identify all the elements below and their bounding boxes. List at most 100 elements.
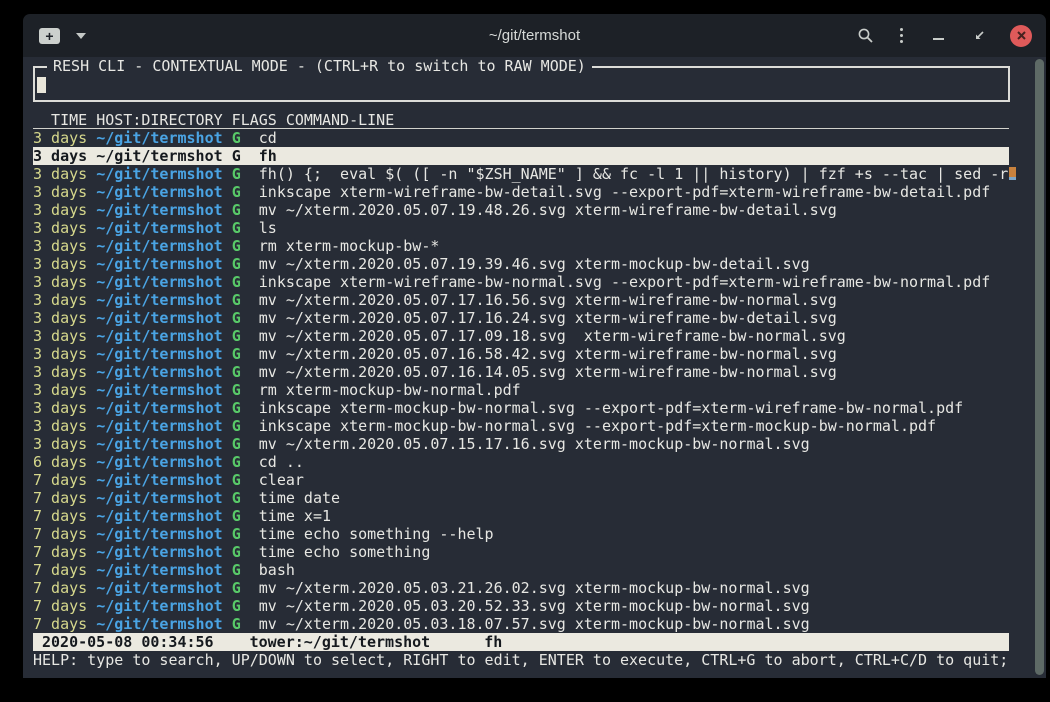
minimize-icon[interactable] <box>933 38 944 40</box>
row-command: mv ~/xterm.2020.05.07.17.09.18.svg xterm… <box>259 327 846 345</box>
history-row[interactable]: 3 days ~/git/termshot G mv ~/xterm.2020.… <box>33 291 1009 309</box>
close-icon[interactable] <box>1010 25 1032 47</box>
row-command: rm xterm-mockup-bw-* <box>259 237 440 255</box>
history-row[interactable]: 3 days ~/git/termshot G mv ~/xterm.2020.… <box>33 255 1009 273</box>
history-row[interactable]: 3 days ~/git/termshot G rm xterm-mockup-… <box>33 381 1009 399</box>
row-directory: ~/git/termshot <box>96 417 222 435</box>
resh-mode-title: RESH CLI - CONTEXTUAL MODE - (CTRL+R to … <box>47 57 592 75</box>
kebab-menu-icon[interactable] <box>900 27 903 45</box>
history-row[interactable]: 3 days ~/git/termshot G mv ~/xterm.2020.… <box>33 327 1009 345</box>
row-directory: ~/git/termshot <box>96 309 222 327</box>
row-flags: G <box>232 615 241 633</box>
row-command: mv ~/xterm.2020.05.07.15.17.16.svg xterm… <box>259 435 810 453</box>
row-command: mv ~/xterm.2020.05.07.19.48.26.svg xterm… <box>259 201 837 219</box>
row-flags: G <box>232 273 241 291</box>
history-row[interactable]: 3 days ~/git/termshot G ls <box>33 219 1009 237</box>
row-time: 3 days <box>33 129 87 147</box>
row-directory: ~/git/termshot <box>96 543 222 561</box>
row-directory: ~/git/termshot <box>96 471 222 489</box>
row-flags: G <box>232 435 241 453</box>
help-line: HELP: type to search, UP/DOWN to select,… <box>33 651 1033 669</box>
row-time: 3 days <box>33 237 87 255</box>
row-command: mv ~/xterm.2020.05.07.16.58.42.svg xterm… <box>259 345 837 363</box>
row-time: 3 days <box>33 147 87 165</box>
history-row[interactable]: 7 days ~/git/termshot G bash <box>33 561 1009 579</box>
row-directory: ~/git/termshot <box>96 435 222 453</box>
row-flags: G <box>232 471 241 489</box>
history-row[interactable]: 7 days ~/git/termshot G time x=1 <box>33 507 1009 525</box>
row-time: 3 days <box>33 363 87 381</box>
history-row[interactable]: 3 days ~/git/termshot G inkscape xterm-m… <box>33 399 1009 417</box>
row-directory: ~/git/termshot <box>96 507 222 525</box>
row-time: 3 days <box>33 273 87 291</box>
row-time: 3 days <box>33 309 87 327</box>
row-time: 3 days <box>33 327 87 345</box>
history-row[interactable]: 7 days ~/git/termshot G clear <box>33 471 1009 489</box>
row-flags: G <box>232 525 241 543</box>
row-time: 7 days <box>33 579 87 597</box>
row-command: time echo something <box>259 543 431 561</box>
text-cursor <box>37 77 46 93</box>
history-list-header: TIME HOST:DIRECTORY FLAGS COMMAND-LINE <box>33 111 1009 129</box>
row-time: 7 days <box>33 597 87 615</box>
row-directory: ~/git/termshot <box>96 597 222 615</box>
history-row[interactable]: 3 days ~/git/termshot G mv ~/xterm.2020.… <box>33 309 1009 327</box>
row-command: bash <box>259 561 295 579</box>
history-row[interactable]: 7 days ~/git/termshot G time echo someth… <box>33 525 1009 543</box>
row-command: clear <box>259 471 304 489</box>
search-input[interactable]: RESH CLI - CONTEXTUAL MODE - (CTRL+R to … <box>33 66 1010 102</box>
row-directory: ~/git/termshot <box>96 147 222 165</box>
row-time: 3 days <box>33 417 87 435</box>
row-directory: ~/git/termshot <box>96 381 222 399</box>
row-command: mv ~/xterm.2020.05.03.18.07.57.svg xterm… <box>259 615 810 633</box>
history-row[interactable]: 3 days ~/git/termshot G inkscape xterm-w… <box>33 183 1009 201</box>
row-command: rm xterm-mockup-bw-normal.pdf <box>259 381 521 399</box>
history-row[interactable]: 3 days ~/git/termshot G rm xterm-mockup-… <box>33 237 1009 255</box>
scrollbar[interactable] <box>1035 59 1044 675</box>
row-command: inkscape xterm-mockup-bw-normal.svg --ex… <box>259 417 936 435</box>
row-directory: ~/git/termshot <box>96 399 222 417</box>
row-flags: G <box>232 219 241 237</box>
history-row[interactable]: 7 days ~/git/termshot G time date <box>33 489 1009 507</box>
history-row[interactable]: 3 days ~/git/termshot G cd <box>33 129 1009 147</box>
restore-icon[interactable] <box>972 29 986 43</box>
row-command: ls <box>259 219 277 237</box>
history-row[interactable]: 7 days ~/git/termshot G mv ~/xterm.2020.… <box>33 597 1009 615</box>
row-directory: ~/git/termshot <box>96 201 222 219</box>
terminal-window: + ~/git/termshot <box>23 14 1046 678</box>
row-time: 7 days <box>33 615 87 633</box>
row-directory: ~/git/termshot <box>96 165 222 183</box>
history-row[interactable]: 3 days ~/git/termshot G mv ~/xterm.2020.… <box>33 435 1009 453</box>
titlebar[interactable]: + ~/git/termshot <box>23 14 1046 57</box>
history-row[interactable]: 3 days ~/git/termshot G fh() {; eval $( … <box>33 165 1009 183</box>
row-command: inkscape xterm-wireframe-bw-normal.svg -… <box>259 273 991 291</box>
row-directory: ~/git/termshot <box>96 129 222 147</box>
history-row[interactable]: 3 days ~/git/termshot G fh <box>33 147 1009 165</box>
row-time: 7 days <box>33 507 87 525</box>
row-flags: G <box>232 165 241 183</box>
history-row[interactable]: 3 days ~/git/termshot G mv ~/xterm.2020.… <box>33 201 1009 219</box>
row-time: 7 days <box>33 489 87 507</box>
history-row[interactable]: 7 days ~/git/termshot G mv ~/xterm.2020.… <box>33 579 1009 597</box>
history-row[interactable]: 3 days ~/git/termshot G mv ~/xterm.2020.… <box>33 363 1009 381</box>
row-directory: ~/git/termshot <box>96 363 222 381</box>
status-command: fh <box>484 633 502 651</box>
row-command: time x=1 <box>259 507 331 525</box>
row-time: 7 days <box>33 561 87 579</box>
row-flags: G <box>232 327 241 345</box>
history-row[interactable]: 3 days ~/git/termshot G mv ~/xterm.2020.… <box>33 345 1009 363</box>
history-row[interactable]: 7 days ~/git/termshot G mv ~/xterm.2020.… <box>33 615 1009 633</box>
history-row[interactable]: 3 days ~/git/termshot G inkscape xterm-w… <box>33 273 1009 291</box>
history-row[interactable]: 7 days ~/git/termshot G time echo someth… <box>33 543 1009 561</box>
history-row[interactable]: 3 days ~/git/termshot G inkscape xterm-m… <box>33 417 1009 435</box>
row-directory: ~/git/termshot <box>96 291 222 309</box>
row-flags: G <box>232 147 241 165</box>
history-row[interactable]: 6 days ~/git/termshot G cd .. <box>33 453 1009 471</box>
row-directory: ~/git/termshot <box>96 453 222 471</box>
row-command: mv ~/xterm.2020.05.07.16.14.05.svg xterm… <box>259 363 837 381</box>
search-icon[interactable] <box>857 27 874 44</box>
row-flags: G <box>232 237 241 255</box>
row-command: inkscape xterm-mockup-bw-normal.svg --ex… <box>259 399 963 417</box>
row-time: 3 days <box>33 435 87 453</box>
row-flags: G <box>232 201 241 219</box>
